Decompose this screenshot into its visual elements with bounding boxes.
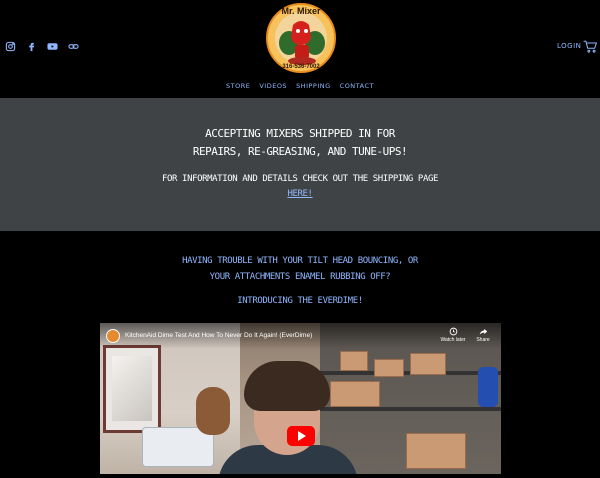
shelf-box <box>410 353 446 375</box>
share-button[interactable]: Share <box>470 327 496 343</box>
share-label: Share <box>476 337 490 343</box>
promo-question: HAVING TROUBLE WITH YOUR TILT HEAD BOUNC… <box>182 256 418 282</box>
site-header: Mr. Mixer 316-536-7002 LOGIN STORE VIDEO… <box>0 0 600 98</box>
mr-mixer-logo[interactable]: Mr. Mixer 316-536-7002 <box>265 3 337 73</box>
instagram-icon[interactable] <box>4 40 17 53</box>
share-icon <box>479 328 487 335</box>
logo-phone: 316-536-7002 <box>282 64 320 70</box>
youtube-video-embed[interactable]: KitchenAid Dime Test And How To Never Do… <box>100 323 501 474</box>
promo-intro: INTRODUCING THE EVERDIME! <box>237 296 363 306</box>
video-scene-gourd <box>196 387 230 435</box>
main-nav: STORE VIDEOS SHIPPING CONTACT <box>0 82 600 90</box>
shelf-box <box>340 351 368 371</box>
watch-later-button[interactable]: Watch later <box>440 327 466 343</box>
video-person-hair <box>244 361 330 411</box>
clock-icon <box>449 327 457 336</box>
nav-contact[interactable]: CONTACT <box>340 82 374 90</box>
facebook-icon[interactable] <box>25 40 38 53</box>
banner-heading: ACCEPTING MIXERS SHIPPED IN FOR REPAIRS,… <box>192 127 408 158</box>
channel-avatar[interactable] <box>106 329 120 343</box>
youtube-icon[interactable] <box>46 40 59 53</box>
login-link[interactable]: LOGIN <box>557 42 581 50</box>
shelf-box <box>406 433 466 469</box>
repair-banner: ACCEPTING MIXERS SHIPPED IN FOR REPAIRS,… <box>0 98 600 231</box>
video-title[interactable]: KitchenAid Dime Test And How To Never Do… <box>125 332 312 339</box>
banner-subtext: FOR INFORMATION AND DETAILS CHECK OUT TH… <box>161 174 438 184</box>
video-scene-blue-object <box>478 367 498 407</box>
nav-store[interactable]: STORE <box>226 82 250 90</box>
video-scene-window <box>103 345 161 433</box>
shelf-box <box>374 359 404 377</box>
nav-shipping[interactable]: SHIPPING <box>296 82 331 90</box>
cart-icon[interactable] <box>583 40 598 53</box>
social-links <box>4 40 80 53</box>
nav-videos[interactable]: VIDEOS <box>259 82 287 90</box>
logo-title: Mr. Mixer <box>281 6 321 16</box>
shipping-page-link[interactable]: HERE! <box>0 189 600 199</box>
watch-later-label: Watch later <box>440 337 466 343</box>
link-icon[interactable] <box>67 40 80 53</box>
shelf-box <box>330 381 380 407</box>
play-button[interactable] <box>287 426 315 446</box>
shelf-bar <box>320 407 501 411</box>
